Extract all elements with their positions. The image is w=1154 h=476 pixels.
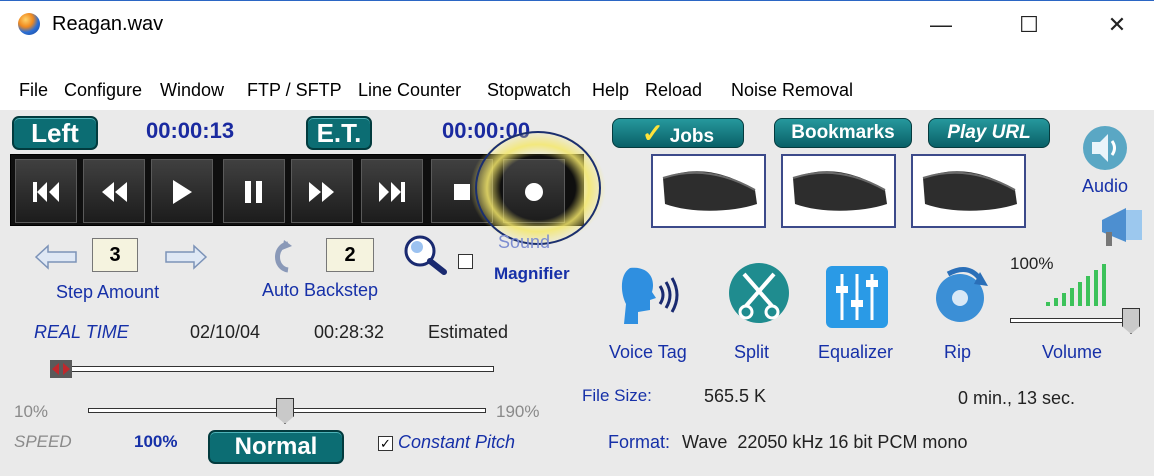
step-amount-label: Step Amount <box>56 282 160 302</box>
menu-ftp-sftp[interactable]: FTP / SFTP <box>247 80 342 101</box>
real-time-clock: 00:28:32 <box>314 322 385 342</box>
sound-magnifier-checkbox[interactable] <box>458 254 473 269</box>
split-label: Split <box>734 342 770 362</box>
app-window: Reagan.wav — ☐ ✕ File Configure Window F… <box>0 0 1154 476</box>
menu-help[interactable]: Help <box>592 80 629 101</box>
normal-speed-button[interactable]: Normal <box>208 430 344 464</box>
app-icon <box>18 13 40 35</box>
title-bar: Reagan.wav — ☐ ✕ <box>0 0 1154 48</box>
play-button[interactable] <box>151 159 213 223</box>
volume-bars-icon <box>1046 264 1106 306</box>
speed-label: SPEED <box>14 432 72 451</box>
maximize-button[interactable]: ☐ <box>1006 7 1052 43</box>
rip-disc-icon[interactable] <box>930 264 992 326</box>
jobs-button[interactable]: ✓ Jobs <box>612 118 744 148</box>
menu-noise-removal[interactable]: Noise Removal <box>731 80 853 101</box>
play-icon <box>173 180 192 204</box>
left-time: 00:00:13 <box>146 118 235 143</box>
constant-pitch-label: Constant Pitch <box>398 432 516 452</box>
file-duration: 0 min., 13 sec. <box>958 388 1076 408</box>
speaker-icon[interactable] <box>1080 124 1130 172</box>
foot-pedal-icon <box>922 171 1017 211</box>
skip-to-end-button[interactable] <box>361 159 423 223</box>
backstep-arrow-icon[interactable] <box>270 240 292 274</box>
skip-to-start-icon <box>33 182 59 202</box>
pause-button[interactable] <box>223 159 285 223</box>
menu-reload[interactable]: Reload <box>645 80 702 101</box>
menu-configure[interactable]: Configure <box>64 80 142 101</box>
skip-to-end-icon <box>379 182 405 202</box>
record-highlight-ring <box>470 130 606 246</box>
voice-tag-label: Voice Tag <box>609 342 687 362</box>
equalizer-label: Equalizer <box>818 342 894 362</box>
format-value: Wave 22050 kHz 16 bit PCM mono <box>682 432 968 452</box>
rip-label: Rip <box>944 342 972 362</box>
megaphone-icon[interactable] <box>1096 204 1150 250</box>
menu-file[interactable]: File <box>19 80 48 101</box>
format-label: Format: <box>608 432 671 452</box>
step-forward-arrow-icon[interactable] <box>164 244 208 270</box>
bookmarks-button[interactable]: Bookmarks <box>774 118 912 148</box>
skip-to-start-button[interactable] <box>15 159 77 223</box>
foot-pedal-left[interactable] <box>651 154 766 228</box>
file-size-value: 565.5 K <box>704 386 767 406</box>
minimize-button[interactable]: — <box>918 7 964 43</box>
rewind-icon <box>102 182 127 202</box>
fast-forward-icon <box>309 182 334 202</box>
foot-pedal-middle[interactable] <box>781 154 896 228</box>
sound-magnifier-label-2: Magnifier <box>494 264 570 283</box>
pause-icon <box>245 181 262 203</box>
position-slider-track[interactable] <box>66 366 494 372</box>
speed-min-label: 10% <box>14 402 49 421</box>
real-time-date: 02/10/04 <box>190 322 261 342</box>
menu-bar: File Configure Window FTP / SFTP Line Co… <box>0 80 1154 110</box>
speed-max-label: 190% <box>496 402 540 421</box>
foot-pedal-right[interactable] <box>911 154 1026 228</box>
step-back-arrow-icon[interactable] <box>34 244 78 270</box>
auto-backstep-field[interactable]: 2 <box>326 238 374 272</box>
equalizer-icon[interactable] <box>826 266 888 328</box>
volume-label: Volume <box>1042 342 1103 362</box>
volume-slider-track[interactable] <box>1010 318 1130 323</box>
rewind-button[interactable] <box>83 159 145 223</box>
speed-value: 100% <box>134 432 178 451</box>
foot-pedal-icon <box>662 171 757 211</box>
voice-tag-icon[interactable] <box>620 264 682 326</box>
menu-window[interactable]: Window <box>160 80 224 101</box>
checkmark-icon: ✓ <box>641 118 664 148</box>
sound-magnifier-label-1: Sound <box>498 232 551 252</box>
magnifier-icon[interactable] <box>402 234 450 276</box>
menu-line-counter[interactable]: Line Counter <box>358 80 461 101</box>
left-label: Left <box>12 116 98 150</box>
position-slider-thumb-icon[interactable] <box>50 360 72 378</box>
real-time-label: REAL TIME <box>34 322 129 342</box>
et-label: E.T. <box>306 116 372 150</box>
close-button[interactable]: ✕ <box>1094 7 1140 43</box>
foot-pedal-icon <box>792 171 887 211</box>
play-url-button[interactable]: Play URL <box>928 118 1050 148</box>
estimated-label: Estimated <box>428 322 509 342</box>
auto-backstep-label: Auto Backstep <box>262 280 379 300</box>
split-scissors-icon[interactable] <box>728 262 790 324</box>
fast-forward-button[interactable] <box>291 159 353 223</box>
constant-pitch-checkbox[interactable]: ✓ <box>378 436 393 451</box>
window-title: Reagan.wav <box>52 13 164 35</box>
file-size-label: File Size: <box>582 386 652 405</box>
step-amount-field[interactable]: 3 <box>92 238 138 272</box>
menu-stopwatch[interactable]: Stopwatch <box>487 80 571 101</box>
audio-label: Audio <box>1082 176 1129 196</box>
